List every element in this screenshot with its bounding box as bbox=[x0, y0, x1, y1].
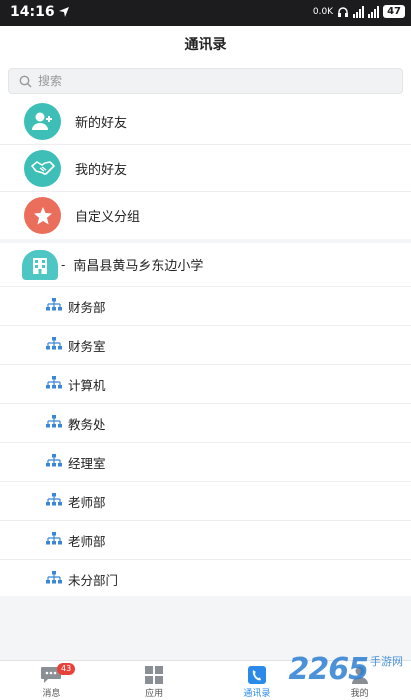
headset-icon bbox=[338, 6, 349, 17]
org-tree-icon bbox=[46, 492, 62, 511]
org-tree-icon bbox=[46, 375, 62, 394]
org-tree-icon bbox=[46, 531, 62, 550]
tab-contacts-label: 通讯录 bbox=[243, 689, 271, 699]
department-label: 经理室 bbox=[68, 455, 106, 471]
message-badge: 43 bbox=[57, 663, 76, 675]
apps-grid-icon bbox=[145, 666, 164, 684]
tab-contacts[interactable]: 通讯录 bbox=[206, 661, 309, 700]
department-label: 计算机 bbox=[68, 377, 106, 393]
custom-group-item[interactable]: 自定义分组 bbox=[0, 192, 411, 239]
department-label: 未分部门 bbox=[68, 572, 119, 588]
department-item[interactable]: 财务部 bbox=[0, 287, 411, 326]
signal-icon bbox=[353, 5, 365, 18]
my-friends-label: 我的好友 bbox=[75, 162, 128, 178]
department-item[interactable]: 老师部 bbox=[0, 521, 411, 560]
org-tree-icon bbox=[46, 297, 62, 316]
org-tree-icon bbox=[46, 414, 62, 433]
department-item[interactable]: 财务室 bbox=[0, 326, 411, 365]
bottom-tab-bar: 43 消息 应用 通讯录 我的 bbox=[0, 660, 411, 700]
new-friends-item[interactable]: 新的好友 bbox=[0, 98, 411, 145]
department-item[interactable]: 计算机 bbox=[0, 365, 411, 404]
organization-name: 南昌县黄马乡东边小学 bbox=[73, 259, 204, 274]
profile-icon bbox=[351, 666, 368, 684]
department-label: 财务部 bbox=[68, 299, 106, 315]
search-bar bbox=[0, 64, 411, 98]
tab-apps-label: 应用 bbox=[145, 689, 164, 699]
department-label: 教务处 bbox=[68, 416, 106, 432]
org-tree-icon bbox=[46, 336, 62, 355]
battery-icon: 47 bbox=[383, 5, 405, 18]
page-header: 通讯录 bbox=[0, 26, 411, 64]
department-label: 老师部 bbox=[68, 533, 106, 549]
tab-messages[interactable]: 43 消息 bbox=[0, 661, 103, 700]
department-label: 老师部 bbox=[68, 494, 106, 510]
department-label: 财务室 bbox=[68, 338, 106, 354]
location-arrow-icon bbox=[59, 7, 69, 17]
search-icon bbox=[19, 75, 32, 87]
search-input[interactable] bbox=[38, 74, 358, 88]
empty-area bbox=[0, 596, 411, 660]
tab-profile[interactable]: 我的 bbox=[308, 661, 411, 700]
department-item[interactable]: 经理室 bbox=[0, 443, 411, 482]
signal-2-icon bbox=[368, 5, 380, 18]
net-speed: 0.0K bbox=[312, 6, 334, 17]
page-title: 通讯录 bbox=[184, 37, 227, 53]
department-item[interactable]: 未分部门 bbox=[0, 560, 411, 599]
handshake-icon bbox=[24, 149, 61, 187]
add-user-icon bbox=[24, 102, 61, 140]
search-box[interactable] bbox=[8, 68, 403, 94]
contacts-list: 新的好友 我的好友 自定义分组 - 南昌县黄马乡东边小学 财务部财务室计算机教务… bbox=[0, 98, 411, 599]
department-item[interactable]: 老师部 bbox=[0, 482, 411, 521]
organization-item[interactable]: - 南昌县黄马乡东边小学 bbox=[0, 243, 411, 287]
status-bar: 14:16 0.0K 47 bbox=[0, 0, 411, 26]
tab-apps[interactable]: 应用 bbox=[103, 661, 206, 700]
custom-group-label: 自定义分组 bbox=[75, 210, 141, 225]
building-icon bbox=[22, 249, 58, 280]
org-bullet: - bbox=[61, 257, 66, 272]
new-friends-label: 新的好友 bbox=[75, 115, 128, 131]
status-time: 14:16 bbox=[10, 4, 55, 20]
org-tree-icon bbox=[46, 453, 62, 472]
org-tree-icon bbox=[46, 570, 62, 589]
contacts-icon bbox=[247, 666, 266, 684]
tab-profile-label: 我的 bbox=[350, 689, 369, 699]
my-friends-item[interactable]: 我的好友 bbox=[0, 145, 411, 192]
tab-messages-label: 消息 bbox=[42, 689, 61, 699]
department-item[interactable]: 教务处 bbox=[0, 404, 411, 443]
star-icon bbox=[24, 197, 61, 234]
